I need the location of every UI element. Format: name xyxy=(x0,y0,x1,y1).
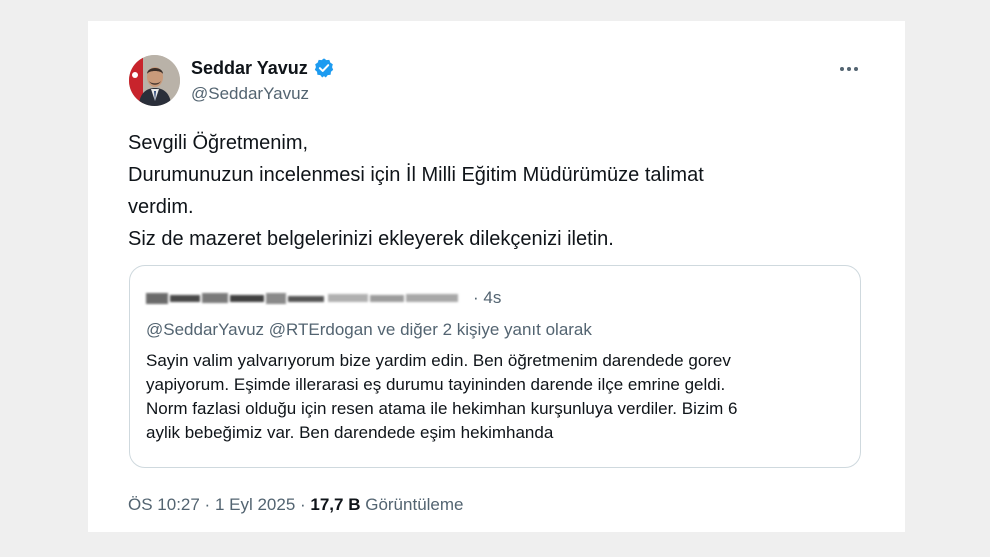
quoted-tweet-header: · 4s xyxy=(144,287,501,309)
meta-separator: · xyxy=(199,495,215,514)
views-label: Görüntüleme xyxy=(365,495,464,514)
tweet-date[interactable]: 1 Eyl 2025 xyxy=(215,495,295,514)
reply-mentions[interactable]: @SeddarYavuz @RTErdogan xyxy=(146,320,373,339)
author-handle[interactable]: @SeddarYavuz xyxy=(191,83,309,105)
tweet-card: Seddar Yavuz @SeddarYavuz Sevgili Öğretm… xyxy=(88,21,905,532)
tweet-text: Sevgili Öğretmenim, Durumunuzun incelenm… xyxy=(128,127,808,255)
quoted-text-line: Sayin valim yalvarıyorum bize yardim edi… xyxy=(146,351,731,370)
author-display-name[interactable]: Seddar Yavuz xyxy=(191,57,308,79)
more-horizontal-icon xyxy=(840,67,844,71)
author-name-row[interactable]: Seddar Yavuz xyxy=(191,57,335,79)
reply-suffix: ve diğer 2 kişiye yanıt olarak xyxy=(372,320,592,339)
tweet-meta: ÖS 10:27 · 1 Eyl 2025 · 17,7 B Görüntüle… xyxy=(128,495,464,515)
reply-context: @SeddarYavuz @RTErdogan ve diğer 2 kişiy… xyxy=(146,320,592,340)
tweet-text-line: Durumunuzun incelenmesi için İl Milli Eğ… xyxy=(128,164,704,186)
quoted-text-line: Norm fazlasi olduğu için resen atama ile… xyxy=(146,399,738,418)
verified-badge-icon xyxy=(313,57,335,79)
views-count: 17,7 B xyxy=(310,495,361,514)
more-horizontal-icon-dot xyxy=(854,67,858,71)
tweet-text-line: verdim. xyxy=(128,196,194,218)
tweet-text-line: Siz de mazeret belgelerinizi ekleyerek d… xyxy=(128,228,614,250)
quoted-tweet-text: Sayin valim yalvarıyorum bize yardim edi… xyxy=(146,349,851,445)
avatar[interactable] xyxy=(129,55,180,106)
blurred-author-name xyxy=(144,289,469,307)
tweet-time[interactable]: ÖS 10:27 xyxy=(128,495,200,514)
more-options-button[interactable] xyxy=(835,57,863,81)
meta-separator: · xyxy=(295,495,311,514)
quoted-text-line: yapiyorum. Eşimde illerarasi eş durumu t… xyxy=(146,375,726,394)
quoted-tweet-time[interactable]: · 4s xyxy=(473,288,501,308)
tweet-text-line: Sevgili Öğretmenim, xyxy=(128,132,309,154)
more-horizontal-icon-dot xyxy=(847,67,851,71)
quoted-text-line: aylik bebeğimiz var. Ben darendede eşim … xyxy=(146,423,554,442)
avatar-image xyxy=(129,55,180,106)
quoted-tweet[interactable]: · 4s @SeddarYavuz @RTErdogan ve diğer 2 … xyxy=(129,265,861,468)
